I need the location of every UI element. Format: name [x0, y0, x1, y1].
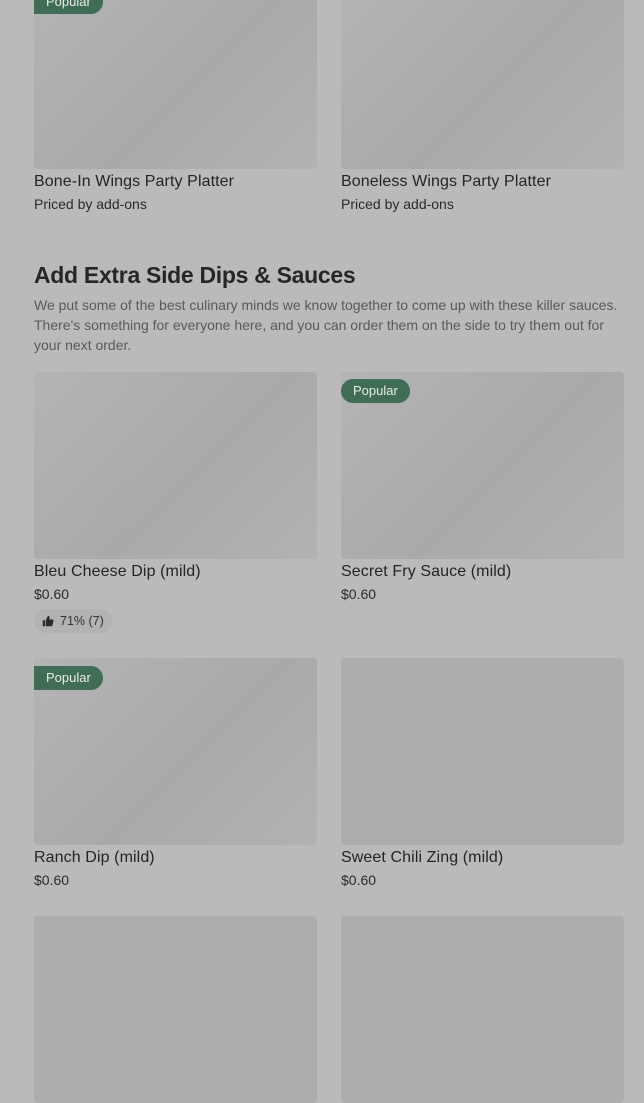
- item-image: Popular: [341, 372, 624, 559]
- item-image: [341, 658, 624, 845]
- section-description: We put some of the best culinary minds w…: [34, 297, 618, 353]
- item-price: $0.60: [341, 872, 377, 888]
- menu-item-card[interactable]: [341, 916, 624, 1103]
- item-image: [34, 372, 317, 559]
- item-image: [341, 916, 624, 1103]
- item-name: Sweet Chili Zing (mild): [341, 849, 504, 866]
- item-price: Priced by add-ons: [34, 196, 147, 212]
- thumbs-up-icon: [42, 615, 54, 627]
- menu-item-card[interactable]: Popular Secret Fry Sauce (mild) $0.60: [341, 372, 624, 603]
- item-image: [34, 916, 317, 1103]
- menu-item-card[interactable]: Popular Bone-In Wings Party Platter Pric…: [34, 0, 317, 213]
- menu-item-card[interactable]: [34, 916, 317, 1103]
- popular-badge: Popular: [34, 666, 103, 690]
- menu-item-card[interactable]: Popular Ranch Dip (mild) $0.60: [34, 658, 317, 889]
- item-image: Popular: [34, 0, 317, 169]
- menu-item-card[interactable]: Bleu Cheese Dip (mild) $0.60 71% (7): [34, 372, 317, 633]
- item-name: Ranch Dip (mild): [34, 849, 155, 866]
- item-name: Secret Fry Sauce (mild): [341, 563, 512, 580]
- menu-item-card[interactable]: Boneless Wings Party Platter Priced by a…: [341, 0, 624, 213]
- item-image: [341, 0, 624, 169]
- menu-item-card[interactable]: Sweet Chili Zing (mild) $0.60: [341, 658, 624, 889]
- rating-chip: 71% (7): [34, 609, 112, 633]
- item-name: Bone-In Wings Party Platter: [34, 173, 235, 190]
- item-price: Priced by add-ons: [341, 196, 454, 212]
- item-price: $0.60: [34, 872, 70, 888]
- item-name: Bleu Cheese Dip (mild): [34, 563, 201, 580]
- item-name: Boneless Wings Party Platter: [341, 173, 551, 190]
- item-price: $0.60: [34, 586, 70, 602]
- rating-text: 71% (7): [60, 614, 104, 628]
- popular-badge: Popular: [341, 379, 410, 403]
- popular-badge: Popular: [34, 0, 103, 14]
- section-title: Add Extra Side Dips & Sauces: [34, 262, 356, 288]
- item-image: Popular: [34, 658, 317, 845]
- item-price: $0.60: [341, 586, 377, 602]
